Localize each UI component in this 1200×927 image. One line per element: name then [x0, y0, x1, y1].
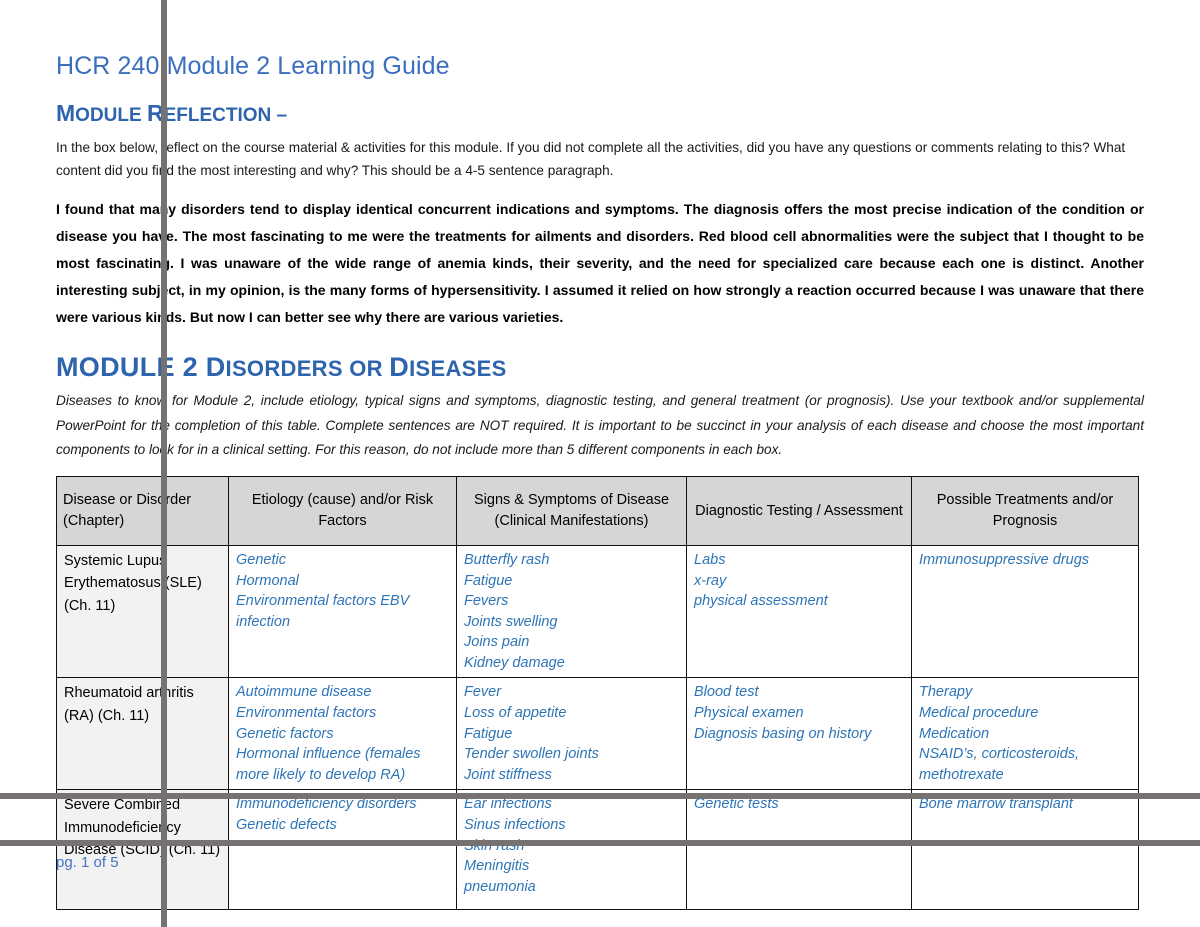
module-reflection-heading-eflection: EFLECTION – — [163, 104, 288, 126]
cell-etiology: Genetic Hormonal Environmental factors E… — [228, 545, 457, 679]
cell-disease-name: Severe Combined Immunodeficiency Disease… — [56, 789, 229, 911]
cell-diagnostic: Genetic tests — [686, 789, 912, 911]
reflection-student-response: I found that many disorders tend to disp… — [56, 201, 1144, 325]
document-body: HCR 240 Module 2 Learning Guide MODULE R… — [56, 0, 1144, 911]
disorders-table-intro: Diseases to know for Module 2, include e… — [56, 393, 1144, 457]
col-header-diagnostic: Diagnostic Testing / Assessment — [686, 476, 912, 547]
col-header-treatment: Possible Treatments and/or Prognosis — [911, 476, 1139, 547]
table-header-row: Disease or Disorder (Chapter) Etiology (… — [56, 476, 1139, 547]
module-disorders-heading: MODULE 2 DISORDERS OR DISEASES — [56, 331, 1144, 383]
cell-treatment: Therapy Medical procedure Medication NSA… — [911, 677, 1139, 791]
cell-treatment: Bone marrow transplant — [911, 789, 1139, 911]
page-title: HCR 240 Module 2 Learning Guide — [56, 52, 450, 80]
col-header-etiology: Etiology (cause) and/or Risk Factors — [228, 476, 457, 547]
annotation-horizontal-line-upper — [0, 793, 1200, 799]
module-reflection-heading-odule: ODULE — [75, 104, 147, 126]
module-reflection-heading: MODULE REFLECTION – — [56, 81, 1144, 127]
page-number-footer: pg. 1 of 5 — [56, 854, 119, 871]
disorders-heading-iseases: ISEASES — [409, 355, 507, 381]
document-page: HCR 240 Module 2 Learning Guide MODULE R… — [0, 0, 1200, 927]
cell-etiology: Autoimmune disease Environmental factors… — [228, 677, 457, 791]
col-header-disease: Disease or Disorder (Chapter) — [56, 476, 229, 547]
cell-signs: Fever Loss of appetite Fatigue Tender sw… — [456, 677, 687, 791]
cell-etiology: Immunodeficiency disorders Genetic defec… — [228, 789, 457, 911]
col-header-signs: Signs & Symptoms of Disease (Clinical Ma… — [456, 476, 687, 547]
table-row: Rheumatoid arthritis (RA) (Ch. 11) Autoi… — [56, 677, 1139, 791]
disorders-heading-module2: MODULE 2 — [56, 351, 206, 382]
disorders-heading-isorders-or: ISORDERS OR — [225, 355, 390, 381]
cell-disease-name: Systemic Lupus Erythematosus (SLE) (Ch. … — [56, 545, 229, 679]
table-row: Systemic Lupus Erythematosus (SLE) (Ch. … — [56, 545, 1139, 679]
cell-disease-name: Rheumatoid arthritis (RA) (Ch. 11) — [56, 677, 229, 791]
cell-treatment: Immunosuppressive drugs — [911, 545, 1139, 679]
disorders-heading-d1: D — [205, 351, 226, 382]
cell-diagnostic: Blood test Physical examen Diagnosis bas… — [686, 677, 912, 791]
cell-diagnostic: Labs x-ray physical assessment — [686, 545, 912, 679]
disorders-heading-d2: D — [389, 351, 410, 382]
module-reflection-heading-m: M — [56, 99, 76, 126]
annotation-horizontal-line-lower — [0, 840, 1200, 846]
reflection-instructions: In the box below, reflect on the course … — [56, 139, 1126, 179]
cell-signs: Ear infections Sinus infections Skin ras… — [456, 789, 687, 911]
cell-signs: Butterfly rash Fatigue Fevers Joints swe… — [456, 545, 687, 679]
table-row: Severe Combined Immunodeficiency Disease… — [56, 789, 1139, 911]
annotation-vertical-line — [161, 0, 167, 927]
